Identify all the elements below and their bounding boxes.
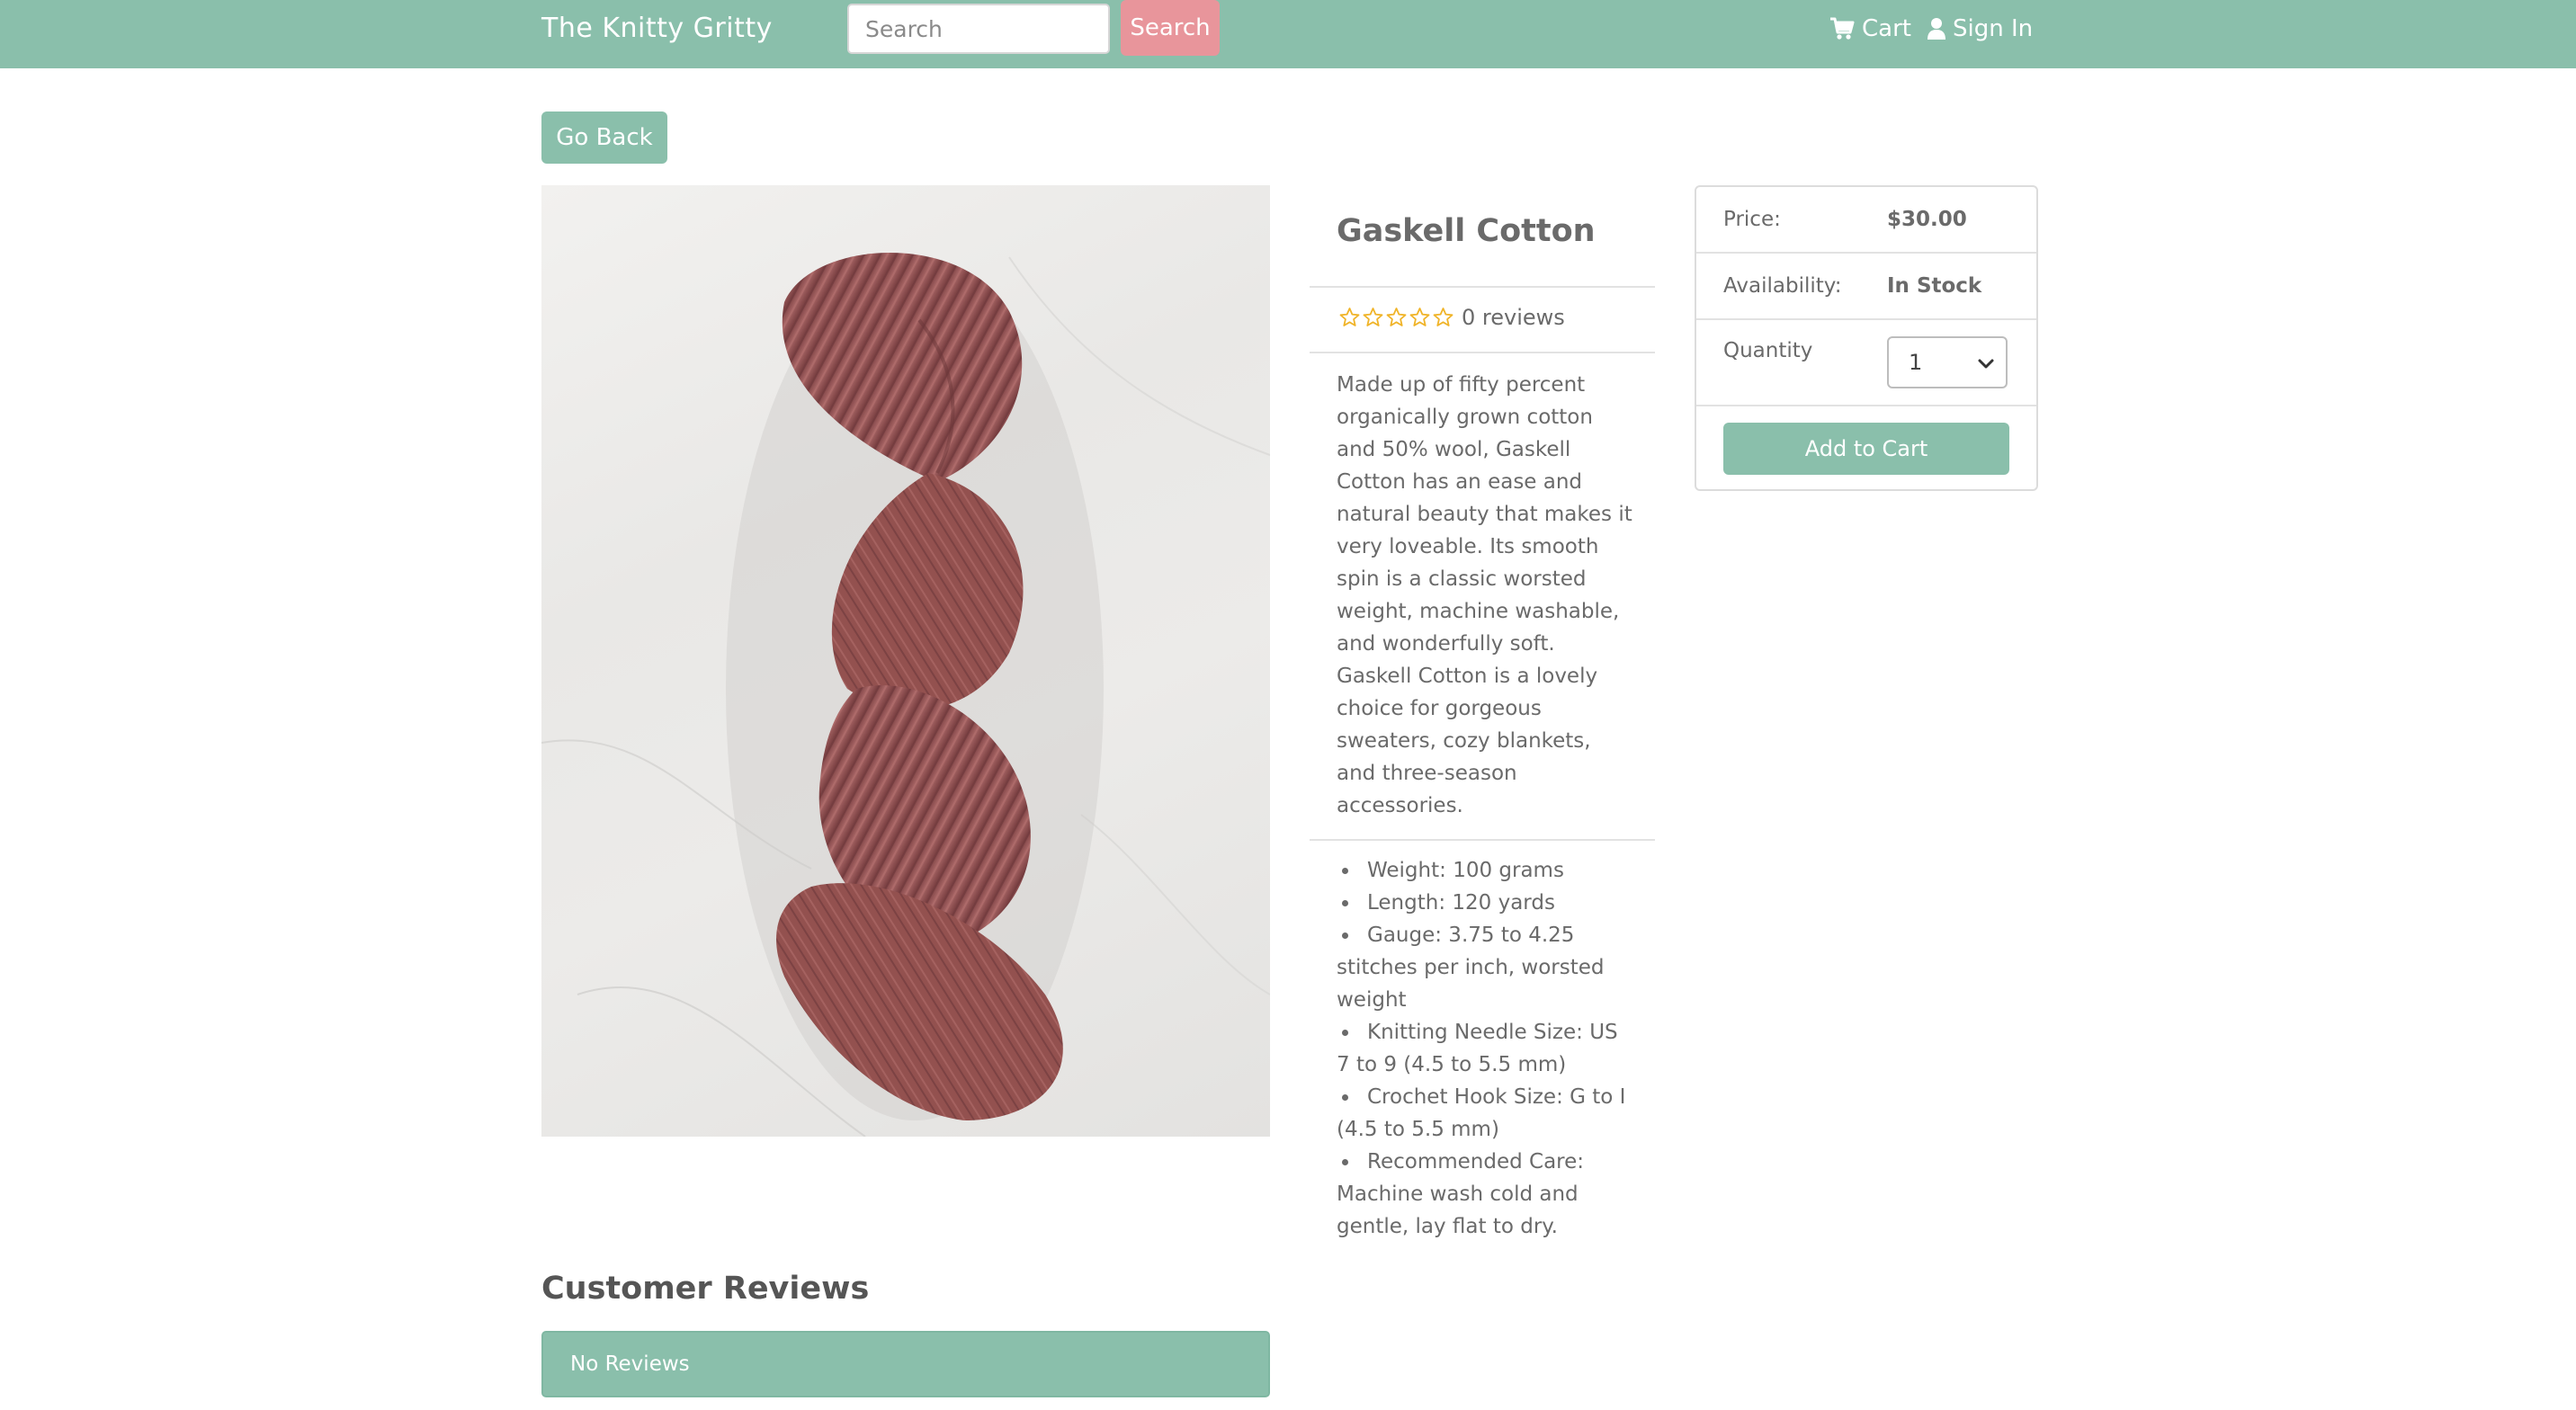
divider <box>1310 286 1655 288</box>
shopping-cart-icon <box>1829 17 1855 40</box>
divider <box>1696 252 2036 254</box>
availability-label: Availability: <box>1723 274 1842 298</box>
search-input[interactable] <box>847 4 1110 54</box>
availability-value: In Stock <box>1887 274 1982 298</box>
divider <box>1696 318 2036 320</box>
rating-stars <box>1338 307 1454 328</box>
spec-item: Weight: 100 grams <box>1337 854 1637 887</box>
spec-item: Gauge: 3.75 to 4.25 stitches per inch, w… <box>1337 919 1637 1016</box>
price-label: Price: <box>1723 208 1781 231</box>
cart-link-label: Cart <box>1862 15 1911 42</box>
price-value: $30.00 <box>1887 208 1967 231</box>
spec-item: Length: 120 yards <box>1337 887 1637 919</box>
search-button[interactable]: Search <box>1121 0 1220 56</box>
divider <box>1310 352 1655 353</box>
star-outline-icon <box>1386 308 1407 326</box>
product-image <box>541 185 1270 1137</box>
quantity-value: 1 <box>1909 350 1923 375</box>
quantity-select[interactable]: 1 <box>1887 336 2008 388</box>
star-outline-icon <box>1433 308 1453 326</box>
divider <box>1696 405 2036 406</box>
review-count: 0 reviews <box>1462 305 1565 330</box>
brand-logo[interactable]: The Knitty Gritty <box>541 13 773 45</box>
star-outline-icon <box>1363 308 1383 326</box>
product-description: Made up of fifty percent organically gro… <box>1337 373 1632 817</box>
cart-link[interactable]: Cart <box>1829 13 1911 45</box>
navbar: The Knitty Gritty Search Cart Sign In <box>0 0 2576 68</box>
spec-item: Crochet Hook Size: G to I (4.5 to 5.5 mm… <box>1337 1081 1637 1146</box>
sign-in-link[interactable]: Sign In <box>1928 13 2033 45</box>
sign-in-label: Sign In <box>1953 15 2034 42</box>
chevron-down-icon <box>1978 359 1994 369</box>
divider <box>1310 839 1655 841</box>
reviews-heading: Customer Reviews <box>541 1271 870 1307</box>
add-to-cart-button[interactable]: Add to Cart <box>1723 423 2009 475</box>
spec-item: Recommended Care: Machine wash cold and … <box>1337 1146 1637 1243</box>
product-rating: 0 reviews <box>1338 303 1565 332</box>
purchase-card: Price: $30.00 Availability: In Stock Qua… <box>1695 185 2038 491</box>
no-reviews-alert: No Reviews <box>541 1331 1270 1397</box>
quantity-label: Quantity <box>1723 339 1813 362</box>
product-title: Gaskell Cotton <box>1337 213 1596 249</box>
go-back-button[interactable]: Go Back <box>541 112 667 164</box>
product-specs-list: Weight: 100 grams Length: 120 yards Gaug… <box>1337 854 1637 1243</box>
star-outline-icon <box>1339 308 1360 326</box>
spec-item: Knitting Needle Size: US 7 to 9 (4.5 to … <box>1337 1016 1637 1081</box>
star-outline-icon <box>1409 308 1430 326</box>
user-icon <box>1928 17 1945 40</box>
